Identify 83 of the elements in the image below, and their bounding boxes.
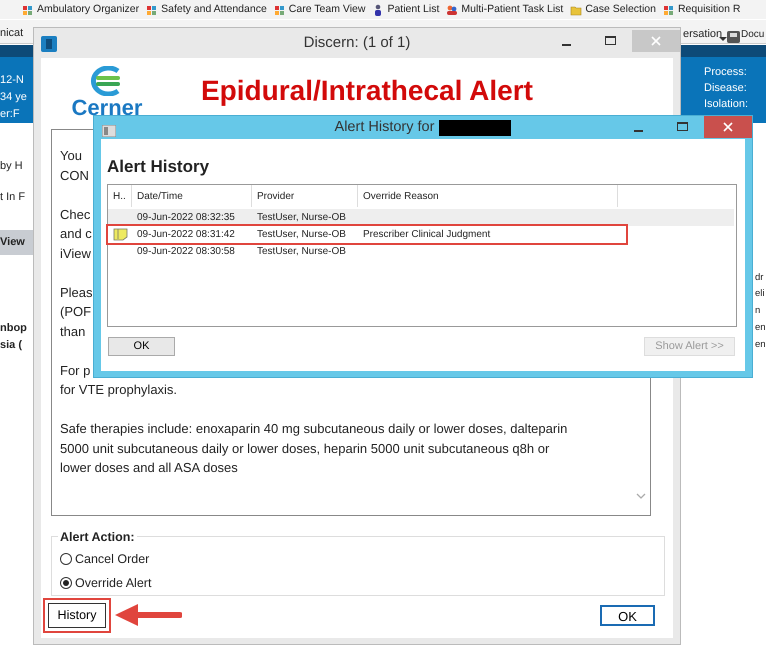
toolbar-link[interactable]: Multi-Patient Task List [461, 2, 564, 18]
menu-button[interactable]: Docu [741, 27, 764, 42]
table-cell-text: TestUser, Nurse-OB [256, 245, 347, 259]
people-icon[interactable] [446, 4, 458, 16]
close-icon [723, 122, 733, 132]
menu-button[interactable]: ersation [683, 26, 722, 42]
column-header[interactable]: Provider [252, 185, 358, 207]
table-row[interactable]: 09-Jun-2022 08:32:35 TestUser, Nurse-OB [108, 209, 734, 226]
radio-label[interactable]: Override Alert [75, 574, 152, 592]
dialog-heading: Alert History [107, 156, 210, 178]
toolbar-link[interactable]: Requisition R [678, 2, 740, 18]
list-text: eli [755, 287, 765, 301]
toolbar-link[interactable]: Safety and Attendance [161, 2, 267, 18]
window-title: Alert History for [334, 118, 434, 137]
banner-label: Isolation: [704, 97, 748, 112]
banner-label: Process: [704, 65, 747, 80]
message-text: (POF [60, 303, 92, 321]
minimize-icon [562, 44, 570, 46]
alert-heading: Epidural/Intrathecal Alert [201, 74, 533, 108]
banner-text: er:F [0, 107, 20, 122]
note-icon [113, 228, 128, 241]
column-header[interactable]: H.. [108, 185, 132, 207]
table-cell-text: Prescriber Clinical Judgment [362, 228, 492, 242]
message-text: CON [60, 166, 89, 184]
list-text: en [755, 321, 766, 335]
toolbar-link[interactable]: Patient List [387, 2, 440, 18]
column-header[interactable]: Date/Time [132, 185, 252, 207]
toolbar-text: nicat [0, 26, 24, 41]
message-text: Safe therapies include: enoxaparin 40 mg subcutaneous daily or lower doses, dalteparin [60, 420, 568, 438]
banner-label: Disease: [704, 81, 747, 96]
banner-text: 12-N [0, 73, 24, 88]
toolbar-link[interactable]: Care Team View [288, 2, 366, 18]
toolbar-link[interactable]: Ambulatory Organizer [37, 2, 140, 18]
table-row[interactable]: 09-Jun-2022 08:30:58 TestUser, Nurse-OB [108, 243, 736, 260]
column-header[interactable]: Override Reason [358, 185, 618, 207]
side-text: t In F [0, 190, 26, 205]
radio-label[interactable]: Cancel Order [75, 550, 150, 568]
grid-icon[interactable] [146, 4, 158, 16]
message-text: and c [60, 225, 92, 243]
banner-text: 34 ye [0, 90, 27, 105]
message-text: You [60, 147, 82, 165]
message-text: lower doses and all ASA doses [60, 459, 238, 477]
maximize-icon [676, 122, 688, 132]
table-cell-text: TestUser, Nurse-OB [256, 228, 347, 242]
app-icon [102, 125, 116, 138]
message-text: iView [60, 244, 91, 262]
ok-button[interactable]: OK [108, 337, 175, 356]
message-text: Chec [60, 206, 90, 224]
close-icon [651, 36, 661, 46]
maximize-icon [604, 36, 616, 46]
list-text: en [755, 338, 766, 352]
table-cell-text: 09-Jun-2022 08:30:58 [136, 245, 236, 259]
window-title: Discern: (1 of 1) [304, 32, 410, 53]
minimize-icon [634, 130, 642, 132]
list-text: dr [755, 271, 764, 285]
radio-button[interactable] [60, 577, 72, 589]
table-cell-text: 09-Jun-2022 08:32:35 [136, 211, 236, 225]
grid-icon[interactable] [662, 4, 675, 16]
message-text: 5000 unit subcutaneous daily or lower doses, heparin 5000 unit subcutaneous q8h or [60, 440, 550, 458]
message-text: for VTE prophylaxis. [60, 381, 178, 399]
message-text: than [60, 322, 86, 340]
close-button[interactable] [704, 116, 752, 138]
grid-icon[interactable] [274, 4, 286, 16]
logo-text: Cerner [70, 96, 144, 120]
app-icon [41, 36, 57, 52]
message-text: For p [60, 362, 90, 380]
printer-icon[interactable] [727, 28, 740, 43]
scroll-down-icon[interactable] [636, 492, 646, 500]
side-text: nbop [0, 321, 27, 336]
table-cell-text: 09-Jun-2022 08:31:42 [136, 228, 236, 242]
grid-icon[interactable] [22, 4, 34, 16]
radio-button[interactable] [60, 553, 72, 565]
folder-icon[interactable] [570, 4, 582, 16]
table-row[interactable]: 09-Jun-2022 08:31:42 TestUser, Nurse-OB Prescriber Clinical Judgment [108, 226, 626, 243]
arrow-icon [114, 603, 182, 627]
side-text: View [0, 230, 33, 254]
table-cell-text: TestUser, Nurse-OB [256, 211, 347, 225]
side-text: sia ( [0, 338, 22, 353]
list-text: n [755, 304, 760, 318]
toolbar-link[interactable]: Case Selection [585, 2, 656, 18]
side-text: by H [0, 159, 23, 174]
ok-button[interactable]: OK [600, 605, 655, 626]
message-text: Pleas [60, 284, 93, 302]
